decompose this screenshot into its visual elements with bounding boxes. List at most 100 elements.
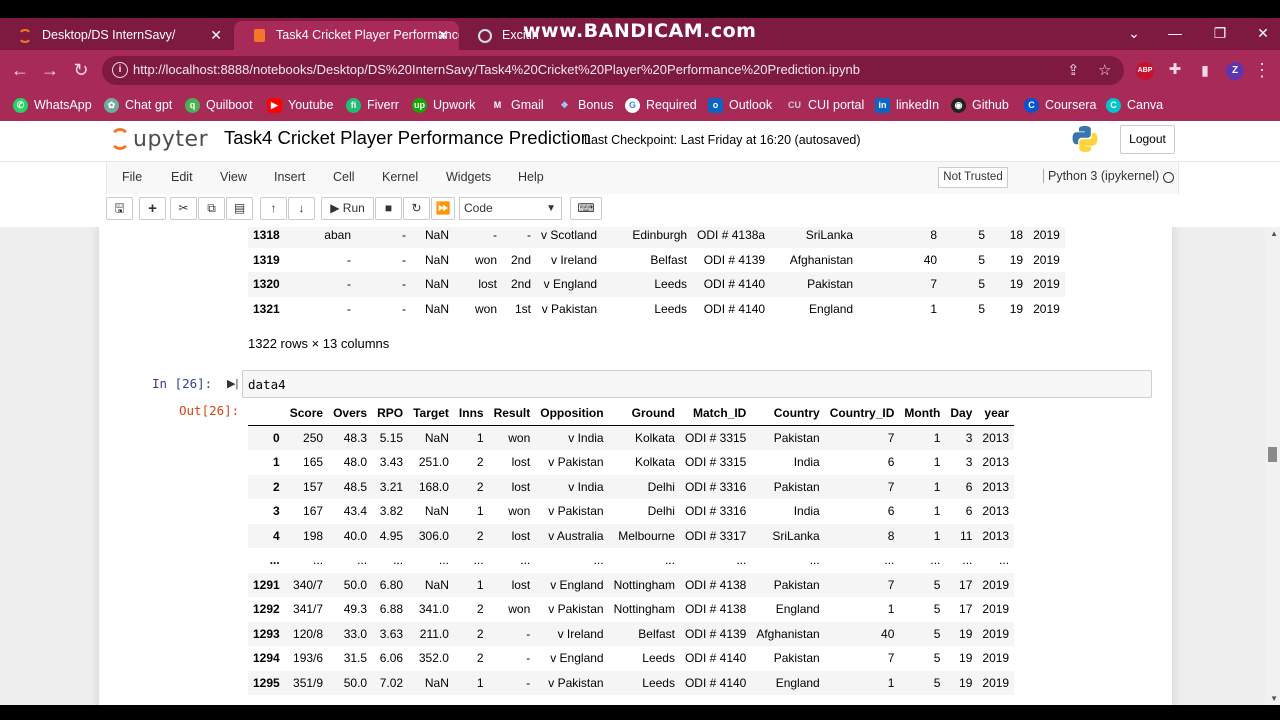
extensions-puzzle-icon[interactable]: ✚	[1163, 58, 1187, 82]
move-down-arrow-icon[interactable]: ↓	[288, 197, 315, 220]
bookmark-youtube[interactable]: ▶ Youtube	[267, 96, 333, 114]
restart-run-all-icon[interactable]: ⏩	[431, 197, 455, 220]
table-cell: India	[793, 504, 820, 519]
table-cell: 120/8	[293, 626, 324, 641]
menu-cell[interactable]: Cell	[333, 170, 355, 184]
menu-file[interactable]: File	[122, 170, 142, 184]
bookmark-cui-portal[interactable]: CU CUI portal	[787, 96, 864, 114]
tab-desktop-ds-internsavy[interactable]: Desktop/DS InternSavy/ ✕	[0, 21, 232, 50]
table-cell: 2013	[982, 528, 1010, 543]
close-icon[interactable]: ✕	[437, 21, 449, 50]
table-cell: ...	[664, 553, 675, 568]
scroll-up-icon[interactable]: ▲	[1270, 229, 1278, 238]
table-cell: 193/6	[293, 651, 324, 666]
bookmark-linkedin[interactable]: in linkedIn	[875, 96, 939, 114]
bookmark-quilboot[interactable]: q Quilboot	[185, 96, 253, 114]
more-menu-icon[interactable]: ⋮	[1250, 58, 1274, 82]
tab-title: Desktop/DS InternSavy/	[42, 28, 176, 42]
notebook-title[interactable]: Task4 Cricket Player Performance Predict…	[224, 127, 591, 149]
table-cell: 19	[1009, 277, 1024, 292]
menu-view[interactable]: View	[220, 170, 247, 184]
scroll-thumb[interactable]	[1268, 447, 1277, 462]
insert-cell-plus-icon[interactable]: +	[139, 197, 166, 220]
save-icon[interactable]: 🖫	[106, 197, 133, 220]
table-cell: NaN	[424, 252, 449, 267]
code-cell-input[interactable]: data4	[242, 370, 1152, 398]
cell-type-select[interactable]: Code ▼	[459, 197, 562, 220]
url-text[interactable]: http://localhost:8888/notebooks/Desktop/…	[133, 62, 860, 77]
table-cell: India	[793, 455, 820, 470]
table-cell: won	[508, 504, 531, 519]
bookmark-required[interactable]: G Required	[625, 96, 697, 114]
table-cell: 3	[965, 455, 973, 470]
table-cell: 5	[933, 577, 941, 592]
table-cell: 7.02	[379, 675, 404, 690]
jupyter-logo[interactable]: upyter	[110, 127, 208, 152]
table-cell: 4.95	[379, 528, 404, 543]
adblock-plus-icon[interactable]: ABP	[1136, 62, 1154, 80]
scroll-down-icon[interactable]: ▼	[1270, 694, 1278, 703]
bookmark-chat-gpt[interactable]: ✿ Chat gpt	[104, 96, 172, 114]
share-icon[interactable]: ⇪	[1067, 61, 1080, 79]
restart-icon[interactable]: ↻	[403, 197, 430, 220]
logout-button[interactable]: Logout	[1120, 125, 1175, 154]
chatgpt-icon: ✿	[104, 98, 119, 113]
menu-help[interactable]: Help	[518, 170, 544, 184]
table-row: 1318 aban - NaN - - v Scotland Edinburgh ODI # 4…	[248, 227, 1065, 248]
menu-edit[interactable]: Edit	[171, 170, 193, 184]
bookmark-upwork[interactable]: up Upwork	[412, 96, 475, 114]
cut-scissors-icon[interactable]: ✂	[170, 197, 197, 220]
bookmark-gmail[interactable]: M Gmail	[490, 96, 544, 114]
interrupt-stop-icon[interactable]: ■	[375, 197, 402, 220]
page-scrollbar[interactable]: ▲ ▼	[1265, 227, 1280, 705]
menu-kernel[interactable]: Kernel	[382, 170, 418, 184]
bookmark-outlook[interactable]: o Outlook	[708, 96, 772, 114]
bookmark-fiverr[interactable]: fi Fiverr	[346, 96, 399, 114]
table-header-cell	[248, 401, 285, 426]
table-cell: v Ireland	[551, 252, 598, 267]
table-header-cell: year	[984, 406, 1010, 420]
address-bar[interactable]: i http://localhost:8888/notebooks/Deskto…	[102, 56, 1124, 85]
side-panel-icon[interactable]: ▮	[1193, 58, 1217, 82]
bookmark-star-icon[interactable]: ☆	[1098, 61, 1111, 79]
bookmark-canva[interactable]: C Canva	[1106, 96, 1163, 114]
menu-insert[interactable]: Insert	[274, 170, 305, 184]
top-black-strip	[0, 0, 1280, 18]
site-info-icon[interactable]: i	[112, 62, 128, 78]
menu-widgets[interactable]: Widgets	[446, 170, 491, 184]
jupyter-header: upyter Task4 Cricket Player Performance …	[0, 121, 1280, 161]
table-cell: -	[526, 675, 531, 690]
run-cell-icon[interactable]: ▶|	[227, 377, 238, 390]
bookmark-whatsapp[interactable]: ✆ WhatsApp	[13, 96, 92, 114]
restore-icon[interactable]: ❐	[1200, 18, 1240, 50]
bookmark-github[interactable]: ◉ Github	[951, 96, 1009, 114]
window-close-icon[interactable]: ✕	[1243, 18, 1280, 50]
forward-arrow-icon[interactable]: →	[38, 58, 62, 82]
table-header-cell: 1	[273, 455, 280, 470]
table-cell: ...	[520, 553, 531, 568]
table-cell: ...	[999, 553, 1010, 568]
close-icon[interactable]: ✕	[210, 21, 222, 50]
table-header-cell: 1293	[253, 626, 280, 641]
not-trusted-button[interactable]: Not Trusted	[938, 167, 1008, 188]
paste-icon[interactable]: ▤	[226, 197, 253, 220]
keyboard-shortcuts-icon[interactable]: ⌨	[570, 197, 602, 220]
copy-icon[interactable]: ⧉	[198, 197, 225, 220]
table-cell: 2019	[1033, 301, 1060, 316]
bookmark-coursera[interactable]: C Coursera	[1024, 96, 1096, 114]
minimize-icon[interactable]: —	[1155, 18, 1195, 50]
code-text[interactable]: data4	[248, 377, 286, 392]
back-arrow-icon[interactable]: ←	[8, 58, 32, 82]
table-cell: 1	[476, 577, 484, 592]
tab-task4-notebook[interactable]: Task4 Cricket Player Performance ✕	[234, 21, 459, 50]
table-cell: 6.80	[379, 577, 404, 592]
move-up-arrow-icon[interactable]: ↑	[260, 197, 287, 220]
run-button[interactable]: ▶ Run	[321, 197, 374, 220]
tab-search-chevron-icon[interactable]: ⌄	[1114, 18, 1154, 50]
table-row: 1291 340/7 50.0 6.80 NaN 1 lost v England Nottin…	[248, 572, 1015, 597]
bookmark-bonus[interactable]: ❖ Bonus	[557, 96, 613, 114]
table-cell: Pakistan	[773, 431, 820, 445]
profile-avatar[interactable]: Z	[1226, 62, 1244, 80]
reload-icon[interactable]: ↻	[69, 58, 93, 82]
table-cell: 2013	[982, 455, 1010, 470]
